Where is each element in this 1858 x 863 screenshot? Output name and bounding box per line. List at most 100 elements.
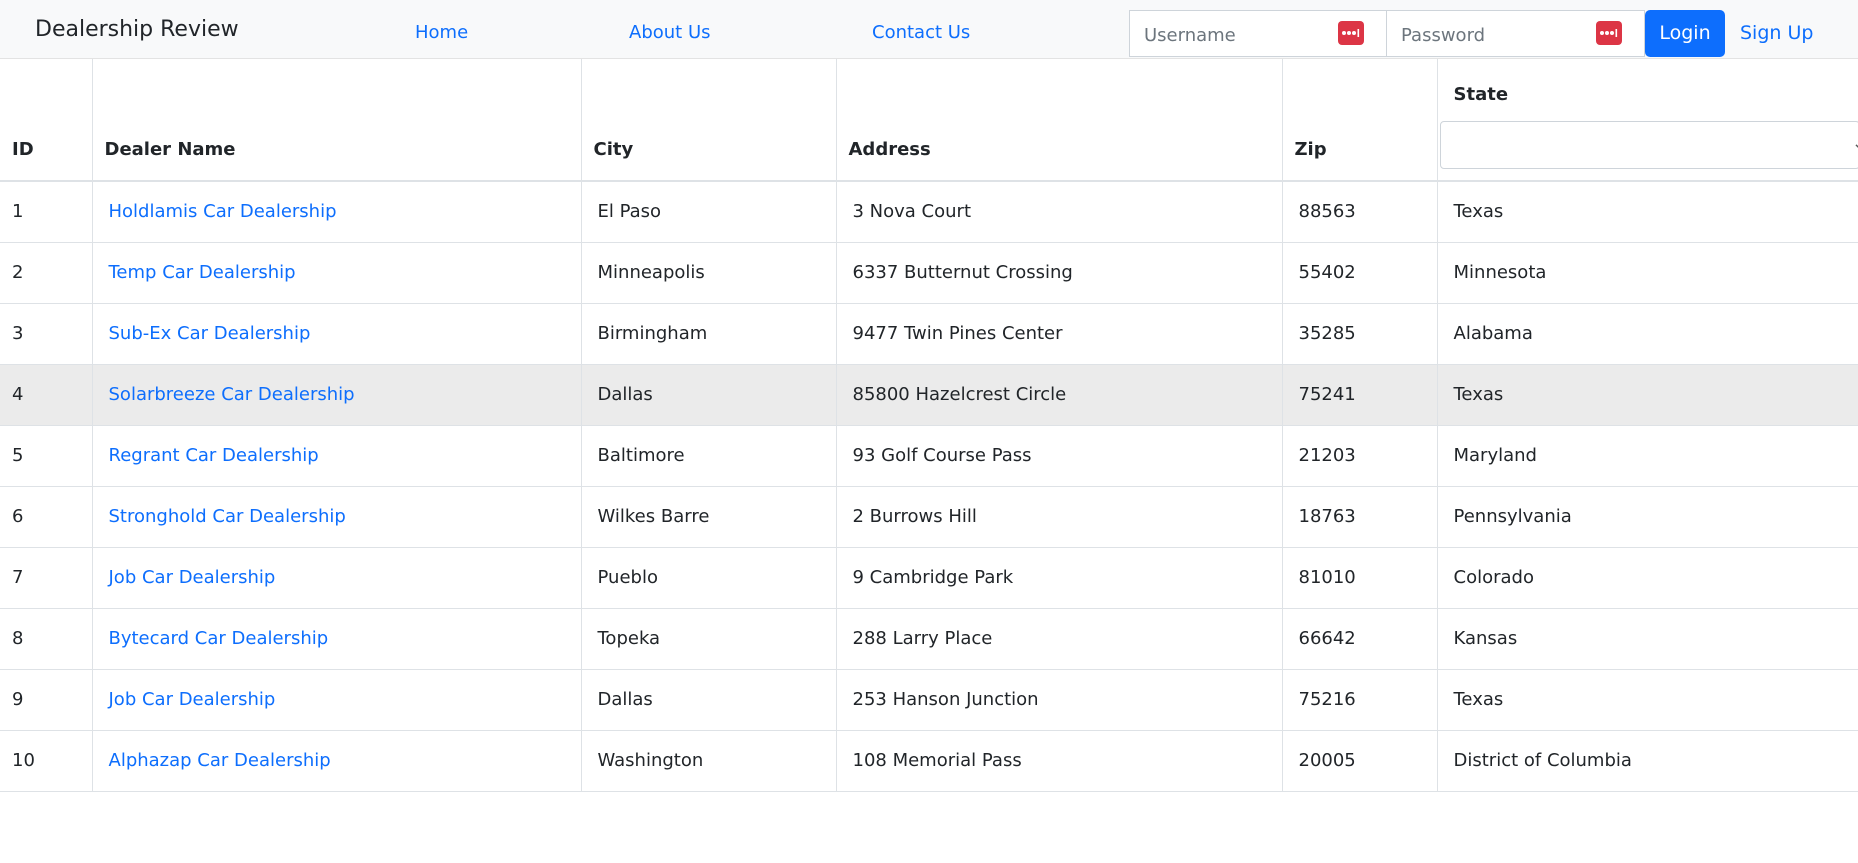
state-cell: Texas [1437,364,1858,426]
id-cell: 9 [0,669,93,731]
id-cell: 5 [0,425,93,487]
nav-link-contact-us[interactable]: Contact Us [872,22,970,44]
dealer-name-cell: Regrant Car Dealership [92,425,582,487]
dealer-name-link[interactable]: Sub-Ex Car Dealership [109,323,311,344]
signup-link[interactable]: Sign Up [1740,22,1813,44]
table-row: 3 Sub-Ex Car Dealership Birmingham 9477 Twi… [0,303,1858,365]
table-row: 7 Job Car Dealership Pueblo 9 Cambridge Par… [0,547,1858,609]
address-cell: 288 Larry Place [836,608,1283,670]
id-cell: 3 [0,303,93,365]
dealer-name-link[interactable]: Alphazap Car Dealership [109,750,331,771]
dealer-name-link[interactable]: Stronghold Car Dealership [109,506,346,527]
zip-cell: 81010 [1282,547,1438,609]
table-row: 5 Regrant Car Dealership Baltimore 93 Golf … [0,425,1858,487]
dealer-name-link[interactable]: Solarbreeze Car Dealership [109,384,355,405]
state-cell: District of Columbia [1437,730,1858,792]
dealer-name-cell: Sub-Ex Car Dealership [92,303,582,365]
dealer-name-link[interactable]: Job Car Dealership [109,567,276,588]
id-cell: 4 [0,364,93,426]
dealer-name-cell: Stronghold Car Dealership [92,486,582,548]
state-cell: Texas [1437,181,1858,243]
address-cell: 3 Nova Court [836,181,1283,243]
dealer-name-link[interactable]: Regrant Car Dealership [109,445,319,466]
nav-link-home[interactable]: Home [415,22,468,44]
state-cell: Kansas [1437,608,1858,670]
id-cell: 10 [0,730,93,792]
password-manager-icon[interactable] [1338,21,1364,45]
city-cell: Topeka [581,608,837,670]
table-row: 1 Holdlamis Car Dealership El Paso 3 Nova C… [0,181,1858,243]
state-filter-select[interactable]: ⌄ [1439,121,1858,169]
column-header-state: State [1453,84,1509,105]
username-input[interactable] [1144,22,1324,48]
dealer-name-cell: Solarbreeze Car Dealership [92,364,582,426]
dealer-name-cell: Job Car Dealership [92,669,582,731]
nav-link-about-us[interactable]: About Us [629,22,711,44]
column-header-state-cell: State ⌄ [1437,59,1858,182]
address-cell: 6337 Butternut Crossing [836,242,1283,304]
chevron-down-icon: ⌄ [1853,136,1858,152]
column-header-address: Address [836,59,1283,182]
table-row: 2 Temp Car Dealership Minneapolis 6337 Butt… [0,242,1858,304]
table-row: 8 Bytecard Car Dealership Topeka 288 Larry … [0,608,1858,670]
dealer-name-link[interactable]: Job Car Dealership [109,689,276,710]
state-cell: Colorado [1437,547,1858,609]
table-body: 1 Holdlamis Car Dealership El Paso 3 Nova C… [0,181,1858,792]
column-header-dealer-name: Dealer Name [92,59,582,182]
dealers-table: ID Dealer Name City Address Zip State ⌄ … [0,59,1858,792]
city-cell: Dallas [581,669,837,731]
city-cell: Baltimore [581,425,837,487]
table-row: 9 Job Car Dealership Dallas 253 Hanson Junc… [0,669,1858,731]
dealer-name-link[interactable]: Holdlamis Car Dealership [109,201,337,222]
city-cell: El Paso [581,181,837,243]
city-cell: Birmingham [581,303,837,365]
table-header-row: ID Dealer Name City Address Zip State ⌄ [0,59,1858,182]
zip-cell: 21203 [1282,425,1438,487]
dealer-name-cell: Job Car Dealership [92,547,582,609]
city-cell: Wilkes Barre [581,486,837,548]
id-cell: 1 [0,181,93,243]
id-cell: 7 [0,547,93,609]
password-manager-icon[interactable] [1596,21,1622,45]
table-row: 6 Stronghold Car Dealership Wilkes Barre 2 … [0,486,1858,548]
table-row: 4 Solarbreeze Car Dealership Dallas 85800 H… [0,364,1858,426]
id-cell: 8 [0,608,93,670]
password-field [1386,10,1645,57]
username-field [1129,10,1387,57]
address-cell: 108 Memorial Pass [836,730,1283,792]
id-cell: 6 [0,486,93,548]
dealer-name-link[interactable]: Bytecard Car Dealership [109,628,329,649]
state-cell: Minnesota [1437,242,1858,304]
id-cell: 2 [0,242,93,304]
zip-cell: 18763 [1282,486,1438,548]
city-cell: Pueblo [581,547,837,609]
city-cell: Minneapolis [581,242,837,304]
dealer-name-link[interactable]: Temp Car Dealership [109,262,296,283]
address-cell: 9477 Twin Pines Center [836,303,1283,365]
address-cell: 9 Cambridge Park [836,547,1283,609]
navbar: Dealership Review Home About Us Contact … [0,0,1858,59]
city-cell: Washington [581,730,837,792]
dealer-name-cell: Holdlamis Car Dealership [92,181,582,243]
zip-cell: 75241 [1282,364,1438,426]
state-cell: Maryland [1437,425,1858,487]
brand-title[interactable]: Dealership Review [35,17,239,43]
login-button[interactable]: Login [1645,10,1725,57]
table-row: 10 Alphazap Car Dealership Washington 108 M… [0,730,1858,792]
dealer-name-cell: Alphazap Car Dealership [92,730,582,792]
zip-cell: 35285 [1282,303,1438,365]
address-cell: 253 Hanson Junction [836,669,1283,731]
column-header-zip: Zip [1282,59,1438,182]
zip-cell: 20005 [1282,730,1438,792]
state-cell: Pennsylvania [1437,486,1858,548]
zip-cell: 88563 [1282,181,1438,243]
zip-cell: 75216 [1282,669,1438,731]
zip-cell: 66642 [1282,608,1438,670]
city-cell: Dallas [581,364,837,426]
dealer-name-cell: Temp Car Dealership [92,242,582,304]
address-cell: 85800 Hazelcrest Circle [836,364,1283,426]
address-cell: 2 Burrows Hill [836,486,1283,548]
address-cell: 93 Golf Course Pass [836,425,1283,487]
state-cell: Texas [1437,669,1858,731]
password-input[interactable] [1401,22,1581,48]
